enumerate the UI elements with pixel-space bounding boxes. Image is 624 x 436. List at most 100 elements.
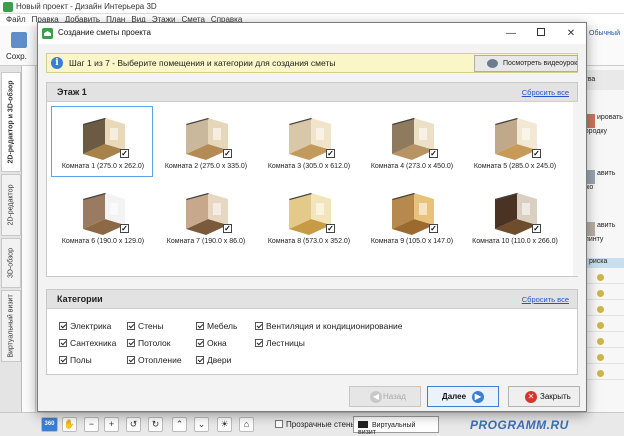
rotate-right-icon[interactable]: ↻	[148, 417, 163, 432]
category-label: Электрика	[70, 321, 112, 331]
app-logo-icon	[3, 2, 13, 12]
close-label: Закрыть	[540, 392, 571, 401]
transparent-walls-checkbox[interactable]: Прозрачные стены	[275, 420, 356, 429]
room-checkbox[interactable]: ✓	[120, 149, 129, 158]
category-plumbing[interactable]: Сантехника	[59, 338, 116, 348]
room-checkbox[interactable]: ✓	[532, 224, 541, 233]
room-card[interactable]: ✓ Комната 2 (275.0 x 335.0)	[154, 106, 256, 177]
room-card[interactable]: ✓ Комната 10 (110.0 x 266.0)	[463, 181, 565, 252]
categories-panel: Категории Сбросить все Электрика Сантехн…	[46, 289, 578, 375]
bulb-icon	[597, 290, 604, 297]
category-furniture[interactable]: Мебель	[196, 321, 237, 331]
room-card[interactable]: ✓ Комната 8 (573.0 x 352.0)	[257, 181, 359, 252]
next-button[interactable]: Далее ▶	[427, 386, 499, 407]
category-walls[interactable]: Стены	[127, 321, 163, 331]
room-card[interactable]: ✓ Комната 7 (190.0 x 86.0)	[154, 181, 256, 252]
category-windows[interactable]: Окна	[196, 338, 227, 348]
bottom-toolbar: 360 ✋ − + ↺ ↻ ⌃ ⌄ ☀ ⌂ Прозрачные стены В…	[0, 412, 624, 436]
app-titlebar: Новый проект - Дизайн Интерьера 3D	[0, 0, 624, 14]
tab-2d-3d[interactable]: 2D-редактор и 3D-обзор	[1, 72, 21, 172]
watch-video-label: Посмотреть видеоурок	[503, 60, 578, 67]
right-panel-item[interactable]: ировать породку	[581, 114, 623, 135]
close-button[interactable]: ✕ Закрыть	[508, 386, 580, 407]
room-label: Комната 3 (305.0 x 612.0)	[267, 163, 351, 170]
category-stairs[interactable]: Лестницы	[255, 338, 305, 348]
dialog-titlebar: Создание сметы проекта — ✕	[38, 23, 586, 44]
room-window-shape	[419, 128, 427, 140]
menu-file[interactable]: Файл	[6, 15, 26, 24]
arrow-left-icon: ◀	[370, 391, 382, 403]
step-banner: i Шаг 1 из 7 - Выберите помещения и кате…	[46, 53, 578, 73]
category-heating[interactable]: Отопление	[127, 355, 182, 365]
room-checkbox[interactable]: ✓	[326, 224, 335, 233]
right-panel-item[interactable]: авить плинту	[581, 222, 623, 243]
room-card[interactable]: ✓ Комната 6 (190.0 x 129.0)	[51, 181, 153, 252]
rooms-reset-link[interactable]: Сбросить все	[522, 88, 569, 97]
transparent-walls-label: Прозрачные стены	[286, 420, 357, 429]
room-checkbox[interactable]: ✓	[326, 149, 335, 158]
view-360-button[interactable]: 360	[41, 417, 58, 432]
camera-icon	[358, 421, 368, 428]
category-doors[interactable]: Двери	[196, 355, 231, 365]
hand-icon[interactable]: ✋	[62, 417, 77, 432]
save-label[interactable]: Сохр.	[6, 52, 27, 61]
category-electrics[interactable]: Электрика	[59, 321, 111, 331]
close-window-button[interactable]: ✕	[556, 23, 586, 44]
room-label: Комната 5 (285.0 x 245.0)	[473, 163, 557, 170]
tab-2d-editor-label: 2D-редактор	[7, 184, 15, 226]
room-card[interactable]: ✓ Комната 1 (275.0 x 262.0)	[51, 106, 153, 177]
category-ventilation[interactable]: Вентиляция и кондиционирование	[255, 321, 403, 331]
room-label: Комната 2 (275.0 x 335.0)	[164, 163, 248, 170]
category-floors[interactable]: Полы	[59, 355, 92, 365]
bulb-icon	[597, 322, 604, 329]
room-checkbox[interactable]: ✓	[120, 224, 129, 233]
room-window-shape	[213, 128, 221, 140]
room-checkbox[interactable]: ✓	[429, 149, 438, 158]
tilt-down-icon[interactable]: ⌄	[194, 417, 209, 432]
view-mode-link[interactable]: Обычный	[589, 30, 620, 37]
room-card[interactable]: ✓ Комната 4 (273.0 x 450.0)	[360, 106, 462, 177]
category-ceiling[interactable]: Потолок	[127, 338, 171, 348]
checkbox-checked-icon	[127, 339, 135, 347]
rooms-scrollbar[interactable]	[573, 102, 578, 276]
room-window-shape	[110, 203, 118, 215]
room-card[interactable]: ✓ Комната 9 (105.0 x 147.0)	[360, 181, 462, 252]
room-card[interactable]: ✓ Комната 3 (305.0 x 612.0)	[257, 106, 359, 177]
back-button[interactable]: ◀ Назад	[349, 386, 421, 407]
watch-video-button[interactable]: Посмотреть видеоурок	[474, 55, 578, 72]
save-icon[interactable]	[11, 32, 27, 48]
right-panel-item[interactable]: авить юко	[581, 170, 623, 191]
room-checkbox[interactable]: ✓	[532, 149, 541, 158]
categories-reset-link[interactable]: Сбросить все	[522, 295, 569, 304]
checkbox-icon	[275, 420, 283, 428]
room-label: Комната 9 (105.0 x 147.0)	[370, 238, 454, 245]
checkbox-checked-icon	[127, 356, 135, 364]
rotate-left-icon[interactable]: ↺	[126, 417, 141, 432]
room-checkbox[interactable]: ✓	[223, 149, 232, 158]
floor-title: Этаж 1	[57, 87, 87, 97]
room-label: Комната 1 (275.0 x 262.0)	[61, 163, 145, 170]
bulb-icon	[597, 354, 604, 361]
bulb-icon	[597, 274, 604, 281]
checkbox-checked-icon	[196, 339, 204, 347]
room-card[interactable]: ✓ Комната 5 (285.0 x 245.0)	[463, 106, 565, 177]
room-label: Комната 4 (273.0 x 450.0)	[370, 163, 454, 170]
tab-2d-3d-label: 2D-редактор и 3D-обзор	[7, 80, 15, 164]
estimate-dialog: Создание сметы проекта — ✕ i Шаг 1 из 7 …	[37, 22, 587, 412]
tab-2d-editor[interactable]: 2D-редактор	[1, 174, 21, 236]
app-title: Новый проект - Дизайн Интерьера 3D	[16, 2, 157, 11]
maximize-button[interactable]	[526, 23, 556, 44]
virtual-visit-button[interactable]: Виртуальный визит	[353, 416, 439, 436]
arrow-right-icon: ▶	[472, 391, 484, 403]
home-icon[interactable]: ⌂	[239, 417, 254, 432]
bulb-icon	[597, 370, 604, 377]
minimize-button[interactable]: —	[496, 23, 526, 44]
light-icon[interactable]: ☀	[217, 417, 232, 432]
zoom-out-icon[interactable]: −	[84, 417, 99, 432]
tab-3d-view[interactable]: 3D-обзор	[1, 238, 21, 288]
tilt-up-icon[interactable]: ⌃	[172, 417, 187, 432]
zoom-in-icon[interactable]: +	[104, 417, 119, 432]
tab-virtual-visit[interactable]: Виртуальный визит	[1, 290, 21, 362]
room-checkbox[interactable]: ✓	[429, 224, 438, 233]
room-checkbox[interactable]: ✓	[223, 224, 232, 233]
